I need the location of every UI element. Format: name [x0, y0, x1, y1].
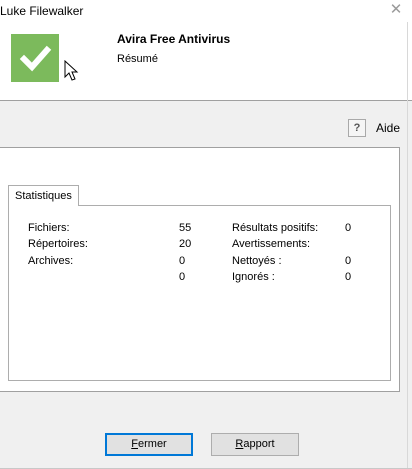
- cleaned-label: Nettoyés :: [232, 255, 282, 267]
- close-button-mnemonic: F: [131, 438, 138, 450]
- files-label: Fichiers:: [28, 222, 70, 234]
- cleaned-value: 0: [345, 255, 352, 267]
- archives-value: 0: [179, 255, 186, 267]
- checkmark-icon: [11, 34, 59, 82]
- product-name: Avira Free Antivirus: [117, 32, 231, 46]
- directories-label: Répertoires:: [28, 238, 88, 250]
- ignored-label: Ignorés :: [232, 271, 275, 283]
- dialog-window: Luke Filewalker ✕ Avira Free Antivirus R…: [0, 0, 412, 469]
- help-icon[interactable]: ?: [348, 119, 366, 137]
- page-subtitle: Résumé: [117, 53, 158, 65]
- report-button[interactable]: Rapport: [211, 433, 299, 456]
- close-icon[interactable]: ✕: [388, 1, 404, 19]
- ignored-value: 0: [345, 271, 352, 283]
- positives-value: 0: [345, 222, 352, 234]
- help-link[interactable]: Aide: [376, 121, 400, 135]
- directories-value: 20: [179, 238, 192, 250]
- unlabeled-value: 0: [179, 271, 186, 283]
- close-button-label: ermer: [138, 438, 167, 450]
- files-value: 55: [179, 222, 192, 234]
- mouse-pointer-icon: [64, 59, 80, 82]
- warnings-label: Avertissements:: [232, 238, 311, 250]
- header-divider: [0, 100, 412, 101]
- tab-statistiques[interactable]: Statistiques: [8, 185, 79, 206]
- window-edge: [407, 22, 408, 469]
- close-button[interactable]: Fermer: [105, 433, 193, 456]
- archives-label: Archives:: [28, 255, 74, 267]
- positives-label: Résultats positifs:: [232, 222, 319, 234]
- report-button-label: apport: [243, 438, 275, 450]
- window-title: Luke Filewalker: [0, 4, 84, 18]
- title-bar[interactable]: Luke Filewalker ✕: [0, 0, 412, 22]
